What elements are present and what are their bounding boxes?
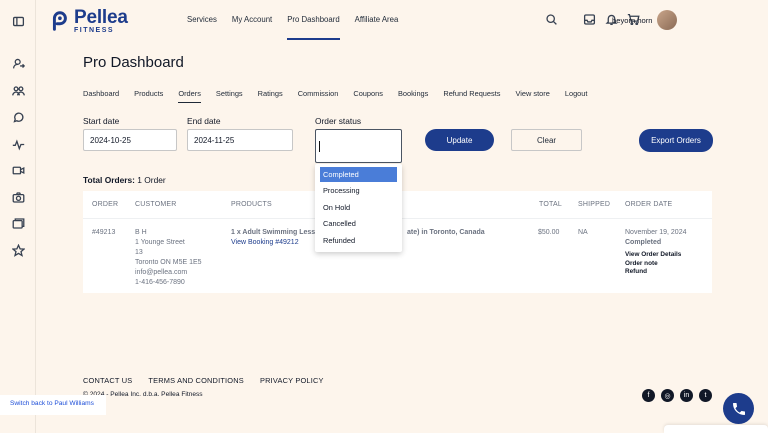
subnav-bookings[interactable]: Bookings	[398, 89, 428, 103]
chat-icon[interactable]	[11, 110, 25, 124]
col-products: PRODUCTS	[231, 201, 272, 208]
instagram-icon[interactable]: ◎	[661, 389, 674, 402]
end-date-label: End date	[187, 116, 221, 126]
nav-my-account[interactable]: My Account	[232, 0, 272, 40]
subnav-ratings[interactable]: Ratings	[258, 89, 283, 103]
subnav-refund-requests[interactable]: Refund Requests	[443, 89, 500, 103]
dashboard-subnav: Dashboard Products Orders Settings Ratin…	[83, 89, 602, 103]
sidebar-toggle-icon[interactable]	[11, 14, 25, 28]
nav-affiliate-area[interactable]: Affiliate Area	[355, 0, 399, 40]
search-icon[interactable]	[545, 13, 559, 27]
order-status-label: Order status	[315, 116, 362, 126]
total-orders: Total Orders: 1 Order	[83, 175, 166, 185]
subnav-orders[interactable]: Orders	[178, 89, 201, 103]
product-name: 1 x Adult Swimming Lesso	[231, 229, 320, 236]
view-booking-link[interactable]: View Booking #49212	[231, 238, 299, 248]
inbox-icon[interactable]	[583, 13, 597, 27]
subnav-dashboard[interactable]: Dashboard	[83, 89, 119, 103]
user-name[interactable]: beyorn horn	[612, 16, 653, 25]
customer-city: Toronto ON M5E 1E5	[135, 259, 202, 266]
page-title: Pro Dashboard	[83, 54, 184, 71]
star-icon[interactable]	[11, 243, 25, 257]
facebook-icon[interactable]: f	[642, 389, 655, 402]
folders-icon[interactable]	[11, 216, 25, 230]
status-option-on-hold[interactable]: On Hold	[320, 200, 397, 215]
subnav-commission[interactable]: Commission	[298, 89, 339, 103]
footer-links: CONTACT US TERMS AND CONDITIONS PRIVACY …	[83, 376, 340, 385]
brand-sub: FITNESS	[74, 27, 115, 34]
subnav-logout[interactable]: Logout	[565, 89, 588, 103]
customer-unit: 13	[135, 249, 143, 256]
order-status-select[interactable]	[315, 129, 402, 163]
customer-phone: 1-416-456-7890	[135, 279, 185, 286]
order-status-dropdown: Completed Processing On Hold Cancelled R…	[315, 164, 402, 252]
update-button[interactable]: Update	[425, 129, 494, 151]
export-orders-button[interactable]: Export Orders	[639, 129, 713, 152]
customer-name: B H	[135, 229, 147, 236]
subnav-view-store[interactable]: View store	[515, 89, 549, 103]
col-customer: CUSTOMER	[135, 201, 177, 208]
brand-name: Pellea	[74, 7, 128, 28]
brand-logo[interactable]: Pellea FITNESS	[48, 8, 128, 34]
order-date: November 19, 2024	[625, 229, 687, 236]
user-switch-icon[interactable]	[11, 56, 25, 70]
footer-terms[interactable]: TERMS AND CONDITIONS	[148, 376, 244, 385]
start-date-label: Start date	[83, 116, 120, 126]
status-option-refunded[interactable]: Refunded	[320, 233, 397, 248]
phone-icon	[732, 402, 745, 415]
text-cursor	[319, 141, 320, 152]
col-shipped: SHIPPED	[578, 201, 611, 208]
total-orders-label: Total Orders:	[83, 175, 135, 185]
subnav-settings[interactable]: Settings	[216, 89, 243, 103]
nav-pro-dashboard[interactable]: Pro Dashboard	[287, 0, 340, 40]
subnav-products[interactable]: Products	[134, 89, 163, 103]
switch-back-user-link[interactable]: Switch back to Paul Williams	[0, 395, 106, 415]
status-option-processing[interactable]: Processing	[320, 183, 397, 198]
status-option-completed[interactable]: Completed	[320, 167, 397, 182]
social-links: f ◎ in t	[642, 389, 712, 402]
product-name-tail: ate) in Toronto, Canada	[407, 229, 485, 236]
total-orders-value: 1 Order	[134, 175, 166, 185]
order-shipped: NA	[578, 229, 588, 236]
view-order-details-link[interactable]: View Order Details	[625, 251, 681, 260]
twitter-icon[interactable]: t	[699, 389, 712, 402]
video-icon[interactable]	[11, 163, 25, 177]
avatar[interactable]	[657, 10, 677, 30]
customer-email: info@pellea.com	[135, 269, 188, 276]
order-status: Completed	[625, 239, 662, 246]
status-option-cancelled[interactable]: Cancelled	[320, 216, 397, 231]
clear-button[interactable]: Clear	[511, 129, 582, 151]
linkedin-icon[interactable]: in	[680, 389, 693, 402]
chat-widget-edge[interactable]	[664, 425, 768, 433]
col-total: TOTAL	[539, 201, 562, 208]
customer-street: 1 Younge Street	[135, 239, 185, 246]
col-order: ORDER	[92, 201, 119, 208]
users-icon[interactable]	[11, 83, 25, 97]
footer-privacy[interactable]: PRIVACY POLICY	[260, 376, 324, 385]
nav-services[interactable]: Services	[187, 0, 217, 40]
end-date-input[interactable]: 2024-11-25	[187, 129, 293, 151]
start-date-input[interactable]: 2024-10-25	[83, 129, 177, 151]
top-nav: Services My Account Pro Dashboard Affili…	[187, 0, 413, 40]
camera-icon[interactable]	[11, 190, 25, 204]
refund-link[interactable]: Refund	[625, 268, 647, 277]
col-order-date: ORDER DATE	[625, 201, 673, 208]
pellea-logo-icon	[52, 11, 67, 31]
order-number[interactable]: #49213	[92, 228, 115, 238]
activity-icon[interactable]	[11, 137, 25, 151]
footer-contact-us[interactable]: CONTACT US	[83, 376, 132, 385]
order-note-link[interactable]: Order note	[625, 260, 658, 269]
left-rail	[0, 0, 36, 433]
subnav-coupons[interactable]: Coupons	[353, 89, 383, 103]
order-total: $50.00	[538, 229, 560, 236]
call-button[interactable]	[723, 393, 754, 424]
